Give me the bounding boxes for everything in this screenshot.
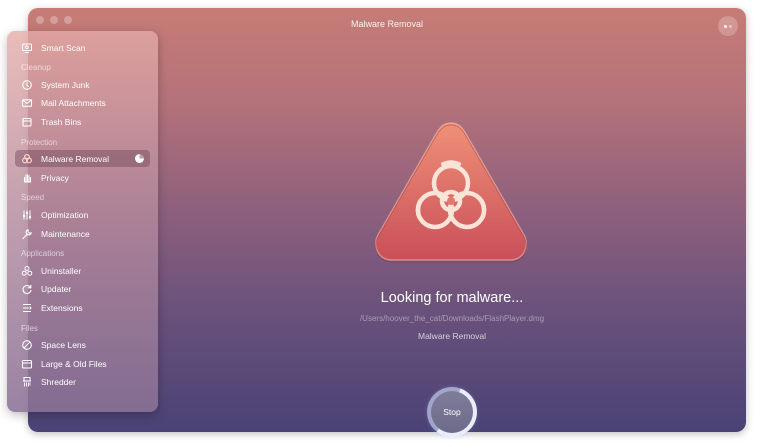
- scan-status-title: Looking for malware...: [380, 290, 524, 306]
- section-protection: Protection: [21, 138, 58, 147]
- sidebar-item-label: Optimization: [41, 209, 89, 220]
- sidebar-item-extensions[interactable]: Extensions: [15, 299, 150, 316]
- sidebar-item-label: Malware Removal: [41, 153, 110, 164]
- sidebar-item-label: Mail Attachments: [41, 97, 106, 108]
- sidebar-item-trash-bins[interactable]: Trash Bins: [15, 113, 150, 130]
- sidebar-item-optimization[interactable]: Optimization: [15, 206, 150, 223]
- current-file-path: /Users/hoover_the_cat/Downloads/FlashPla…: [359, 314, 545, 323]
- progress-pie-icon: [135, 154, 144, 163]
- sidebar-item-label: Trash Bins: [41, 116, 82, 127]
- folder-icon: [21, 358, 33, 370]
- sidebar-item-space-lens[interactable]: Space Lens: [15, 336, 150, 353]
- stop-button[interactable]: Stop: [431, 391, 473, 433]
- stop-button-glow: Stop: [424, 384, 480, 440]
- uninstaller-icon: [21, 265, 33, 277]
- sidebar-item-mail-attachments[interactable]: Mail Attachments: [15, 94, 150, 111]
- biohazard-hero-icon: [370, 117, 532, 267]
- sidebar-item-label: System Junk: [41, 79, 90, 90]
- sidebar-item-updater[interactable]: Updater: [15, 280, 150, 297]
- sidebar-item-maintenance[interactable]: Maintenance: [15, 225, 150, 242]
- sidebar-item-label: Space Lens: [41, 339, 86, 350]
- section-applications: Applications: [21, 249, 65, 258]
- window-title: Malware Removal: [350, 19, 424, 29]
- sidebar-item-smart-scan[interactable]: Smart Scan: [15, 39, 150, 56]
- sidebar-item-label: Large & Old Files: [41, 358, 107, 369]
- wrench-icon: [21, 228, 33, 240]
- sidebar-item-label: Shredder: [41, 376, 76, 387]
- space-lens-icon: [21, 339, 33, 351]
- trash-icon: [21, 116, 33, 128]
- sidebar-item-label: Extensions: [41, 302, 83, 313]
- sidebar: Smart Scan Cleanup System Junk Mail Atta…: [7, 31, 158, 412]
- smart-scan-icon: [21, 42, 33, 54]
- updater-icon: [21, 283, 33, 295]
- section-speed: Speed: [21, 193, 45, 202]
- assistant-button[interactable]: [718, 16, 738, 36]
- module-label: Malware Removal: [417, 331, 487, 341]
- sidebar-item-malware-removal[interactable]: Malware Removal: [15, 150, 150, 167]
- sidebar-item-label: Updater: [41, 283, 72, 294]
- sidebar-item-label: Maintenance: [41, 228, 90, 239]
- section-cleanup: Cleanup: [21, 63, 51, 72]
- sidebar-item-label: Privacy: [41, 172, 69, 183]
- mail-icon: [21, 97, 33, 109]
- section-files: Files: [21, 324, 38, 333]
- sidebar-item-label: Smart Scan: [41, 42, 86, 53]
- sidebar-item-large-old-files[interactable]: Large & Old Files: [15, 355, 150, 372]
- shredder-icon: [21, 376, 33, 388]
- dot-icon: [729, 24, 732, 28]
- biohazard-icon: [21, 153, 33, 165]
- sidebar-item-label: Uninstaller: [41, 265, 82, 276]
- sidebar-item-shredder[interactable]: Shredder: [15, 373, 150, 390]
- hand-icon: [21, 172, 33, 184]
- system-junk-icon: [21, 79, 33, 91]
- sidebar-item-privacy[interactable]: Privacy: [15, 169, 150, 186]
- sidebar-item-uninstaller[interactable]: Uninstaller: [15, 262, 150, 279]
- sliders-icon: [21, 209, 33, 221]
- dot-icon: [724, 24, 727, 28]
- sidebar-item-system-junk[interactable]: System Junk: [15, 76, 150, 93]
- extensions-icon: [21, 302, 33, 314]
